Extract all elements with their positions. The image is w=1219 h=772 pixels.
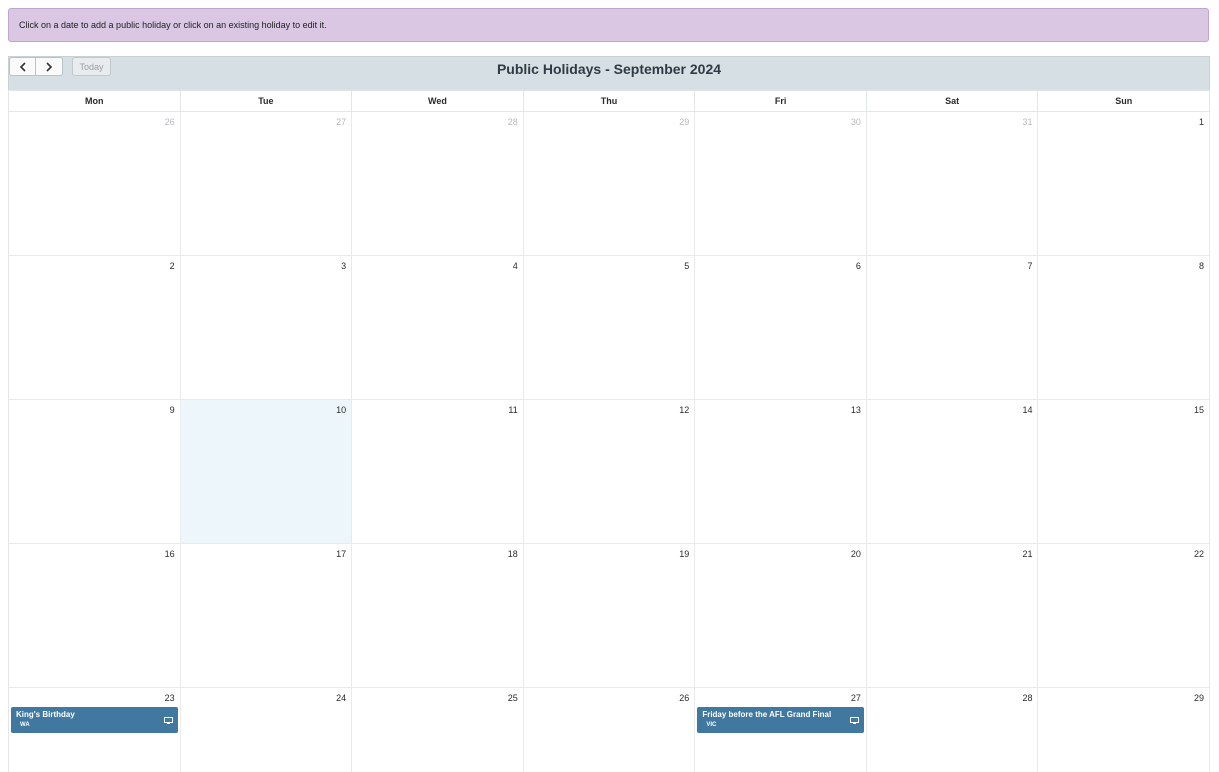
day-cell[interactable]: 14 — [867, 400, 1039, 543]
day-cell[interactable]: 27 — [181, 112, 353, 255]
day-number: 26 — [164, 117, 175, 127]
day-number: 24 — [336, 693, 347, 703]
day-cell[interactable]: 3 — [181, 256, 353, 399]
day-number: 31 — [1022, 117, 1033, 127]
day-cell[interactable]: 11 — [352, 400, 524, 543]
day-number: 18 — [507, 549, 518, 559]
day-number: 30 — [850, 117, 861, 127]
day-cell[interactable]: 12 — [524, 400, 696, 543]
day-cell[interactable]: 29 — [1038, 688, 1211, 772]
week-row: 9 10 11 12 13 14 15 — [9, 400, 1211, 544]
day-cell[interactable]: 20 — [695, 544, 867, 687]
week-row: 16 17 18 19 20 21 22 — [9, 544, 1211, 688]
weekday-header-sun: Sun — [1038, 91, 1211, 111]
day-cell[interactable]: 13 — [695, 400, 867, 543]
day-number: 10 — [336, 405, 347, 415]
day-number: 22 — [1194, 549, 1205, 559]
calendar-toolbar: Today Public Holidays - September 2024 — [8, 56, 1210, 90]
holiday-state: WA — [20, 722, 30, 728]
holiday-state: VIC — [706, 722, 717, 728]
day-number: 8 — [1199, 261, 1205, 271]
holiday-title: Friday before the AFL Grand Final — [702, 710, 832, 719]
instruction-banner: Click on a date to add a public holiday … — [8, 8, 1209, 42]
day-cell[interactable]: 6 — [695, 256, 867, 399]
holiday-title: King's Birthday — [16, 710, 75, 719]
weekday-header-mon: Mon — [9, 91, 181, 111]
week-row: 26 27 28 29 30 31 1 — [9, 112, 1211, 256]
instruction-text: Click on a date to add a public holiday … — [19, 20, 327, 30]
day-cell[interactable]: 23 King's Birthday WA — [9, 688, 181, 772]
day-number: 9 — [169, 405, 175, 415]
monitor-icon — [849, 711, 859, 724]
day-cell[interactable]: 5 — [524, 256, 696, 399]
weekday-header-fri: Fri — [695, 91, 867, 111]
day-number: 23 — [164, 693, 175, 703]
day-number: 29 — [679, 117, 690, 127]
day-number: 17 — [336, 549, 347, 559]
day-cell[interactable]: 1 — [1038, 112, 1211, 255]
month-grid: Mon Tue Wed Thu Fri Sat Sun 26 27 28 29 30 31 1 2 3 4 5 6… — [8, 90, 1211, 772]
day-number: 1 — [1199, 117, 1205, 127]
day-cell[interactable]: 24 — [181, 688, 353, 772]
week-row: 23 King's Birthday WA 24 25 26 27 Friday before… — [9, 688, 1211, 772]
weekday-header-row: Mon Tue Wed Thu Fri Sat Sun — [9, 90, 1211, 112]
weekday-header-sat: Sat — [867, 91, 1039, 111]
day-number: 7 — [1027, 261, 1033, 271]
day-cell[interactable]: 31 — [867, 112, 1039, 255]
day-number: 12 — [679, 405, 690, 415]
day-cell[interactable]: 25 — [352, 688, 524, 772]
day-number: 11 — [508, 405, 518, 415]
day-number: 27 — [850, 693, 861, 703]
day-number: 2 — [169, 261, 175, 271]
weekday-header-wed: Wed — [352, 91, 524, 111]
day-number: 16 — [164, 549, 175, 559]
holiday-event[interactable]: Friday before the AFL Grand Final VIC — [697, 707, 864, 733]
weekday-header-tue: Tue — [181, 91, 353, 111]
day-cell-today[interactable]: 10 — [180, 400, 353, 543]
day-number: 5 — [684, 261, 690, 271]
weeks-container: 26 27 28 29 30 31 1 2 3 4 5 6 7 8 9 10 11 12 13 14 15 16 17 18 1… — [9, 112, 1211, 772]
day-cell[interactable]: 2 — [9, 256, 181, 399]
day-cell[interactable]: 22 — [1038, 544, 1211, 687]
day-number: 15 — [1194, 405, 1205, 415]
day-cell[interactable]: 21 — [867, 544, 1039, 687]
holiday-event[interactable]: King's Birthday WA — [11, 707, 178, 733]
day-cell[interactable]: 18 — [352, 544, 524, 687]
day-cell[interactable]: 9 — [9, 400, 181, 543]
day-cell[interactable]: 30 — [695, 112, 867, 255]
day-number: 21 — [1022, 549, 1033, 559]
day-cell[interactable]: 16 — [9, 544, 181, 687]
week-row: 2 3 4 5 6 7 8 — [9, 256, 1211, 400]
day-number: 19 — [679, 549, 690, 559]
day-cell[interactable]: 28 — [867, 688, 1039, 772]
day-number: 26 — [679, 693, 690, 703]
day-cell[interactable]: 26 — [524, 688, 696, 772]
day-cell[interactable]: 8 — [1038, 256, 1211, 399]
day-number: 28 — [1022, 693, 1033, 703]
day-cell[interactable]: 19 — [524, 544, 696, 687]
day-cell[interactable]: 29 — [524, 112, 696, 255]
day-cell[interactable]: 27 Friday before the AFL Grand Final VIC — [695, 688, 867, 772]
day-cell[interactable]: 15 — [1038, 400, 1211, 543]
monitor-icon — [163, 711, 173, 724]
day-cell[interactable]: 28 — [352, 112, 524, 255]
day-number: 14 — [1022, 405, 1033, 415]
day-number: 20 — [850, 549, 861, 559]
weekday-header-thu: Thu — [524, 91, 696, 111]
day-number: 3 — [341, 261, 347, 271]
day-number: 25 — [507, 693, 518, 703]
day-cell[interactable]: 26 — [9, 112, 181, 255]
calendar-title: Public Holidays - September 2024 — [496, 61, 722, 77]
day-cell[interactable]: 4 — [352, 256, 524, 399]
day-number: 13 — [850, 405, 861, 415]
day-cell[interactable]: 7 — [867, 256, 1039, 399]
day-number: 4 — [512, 261, 518, 271]
day-cell[interactable]: 17 — [181, 544, 353, 687]
day-number: 6 — [855, 261, 861, 271]
day-number: 27 — [336, 117, 347, 127]
day-number: 29 — [1194, 693, 1205, 703]
day-number: 28 — [507, 117, 518, 127]
